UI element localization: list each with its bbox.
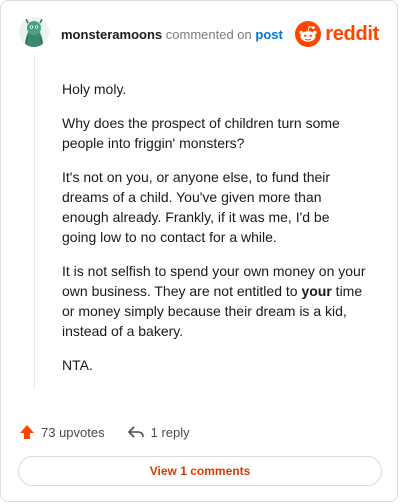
reply-button[interactable]: 1 reply	[127, 424, 190, 440]
comment-paragraph: NTA.	[62, 357, 93, 373]
comment-body: Holy moly. Why does the prospect of chil…	[62, 79, 367, 389]
thread-line	[34, 55, 35, 390]
reddit-snoo-icon	[295, 21, 322, 47]
username-link[interactable]: monsteramoons	[61, 27, 162, 42]
upvote-arrow-icon	[20, 425, 34, 439]
commented-on-text: commented on	[165, 27, 252, 42]
comment-paragraph: It is not selfish to spend your own mone…	[62, 261, 367, 341]
reply-count: 1 reply	[150, 424, 190, 440]
comment-paragraph: Holy moly.	[62, 81, 127, 97]
comment-paragraph: It's not on you, or anyone else, to fund…	[62, 169, 331, 245]
comment-header: monsteramoons commented on post reddit	[19, 17, 379, 53]
comment-meta: monsteramoons commented on post	[61, 27, 283, 42]
reddit-logo[interactable]: reddit	[295, 21, 379, 47]
comment-paragraph: Why does the prospect of children turn s…	[62, 115, 340, 151]
reddit-wordmark: reddit	[325, 22, 379, 45]
comment-actions: 73 upvotes 1 reply	[19, 421, 212, 443]
avatar[interactable]	[19, 17, 49, 47]
emphasis-text: your	[301, 283, 332, 299]
reply-arrow-icon	[127, 426, 144, 438]
monster-avatar-icon	[19, 17, 49, 47]
upvote-count: 73 upvotes	[41, 424, 105, 440]
comment-card: monsteramoons commented on post reddit H…	[0, 0, 398, 502]
view-comments-button[interactable]: View 1 comments	[18, 456, 382, 486]
post-link[interactable]: post	[255, 27, 282, 42]
upvote-button[interactable]: 73 upvotes	[19, 424, 105, 440]
